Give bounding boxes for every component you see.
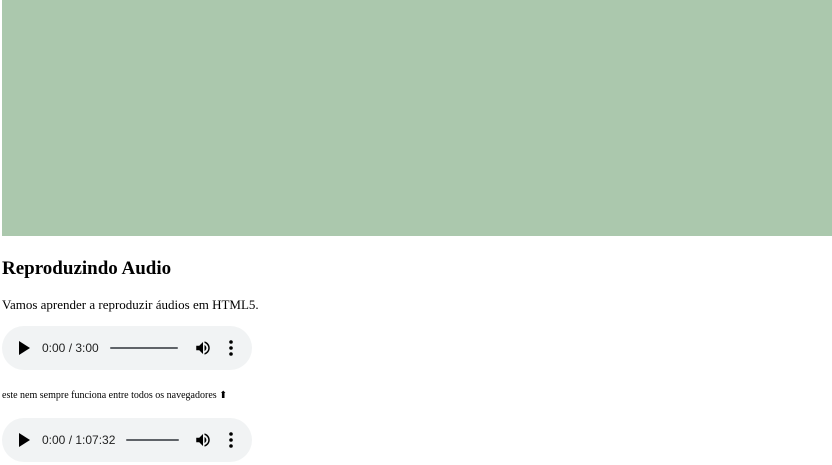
intro-text: Vamos aprender a reproduzir áudios em HT…	[2, 297, 259, 312]
time-display: 0:00 / 1:07:32	[42, 433, 116, 447]
seek-slider[interactable]	[126, 439, 179, 441]
compatibility-note: este nem sempre funciona entre todos os …	[2, 390, 228, 401]
volume-icon	[196, 433, 210, 447]
more-vert-icon	[229, 432, 233, 448]
play-button[interactable]	[16, 340, 32, 356]
more-options-button[interactable]	[223, 431, 239, 449]
audio-player: 0:00 / 3:00	[2, 326, 252, 370]
volume-button[interactable]	[194, 339, 212, 357]
more-options-button[interactable]	[223, 339, 239, 357]
banner-image	[2, 0, 832, 236]
play-icon	[19, 341, 30, 355]
seek-slider[interactable]	[110, 347, 178, 349]
audio-player: 0:00 / 1:07:32	[2, 418, 252, 462]
play-button[interactable]	[16, 432, 32, 448]
play-icon	[19, 433, 30, 447]
volume-icon	[196, 341, 210, 355]
volume-button[interactable]	[194, 431, 212, 449]
time-display: 0:00 / 3:00	[42, 341, 99, 355]
page-title: Reproduzindo Audio	[2, 258, 172, 279]
more-vert-icon	[229, 340, 233, 356]
